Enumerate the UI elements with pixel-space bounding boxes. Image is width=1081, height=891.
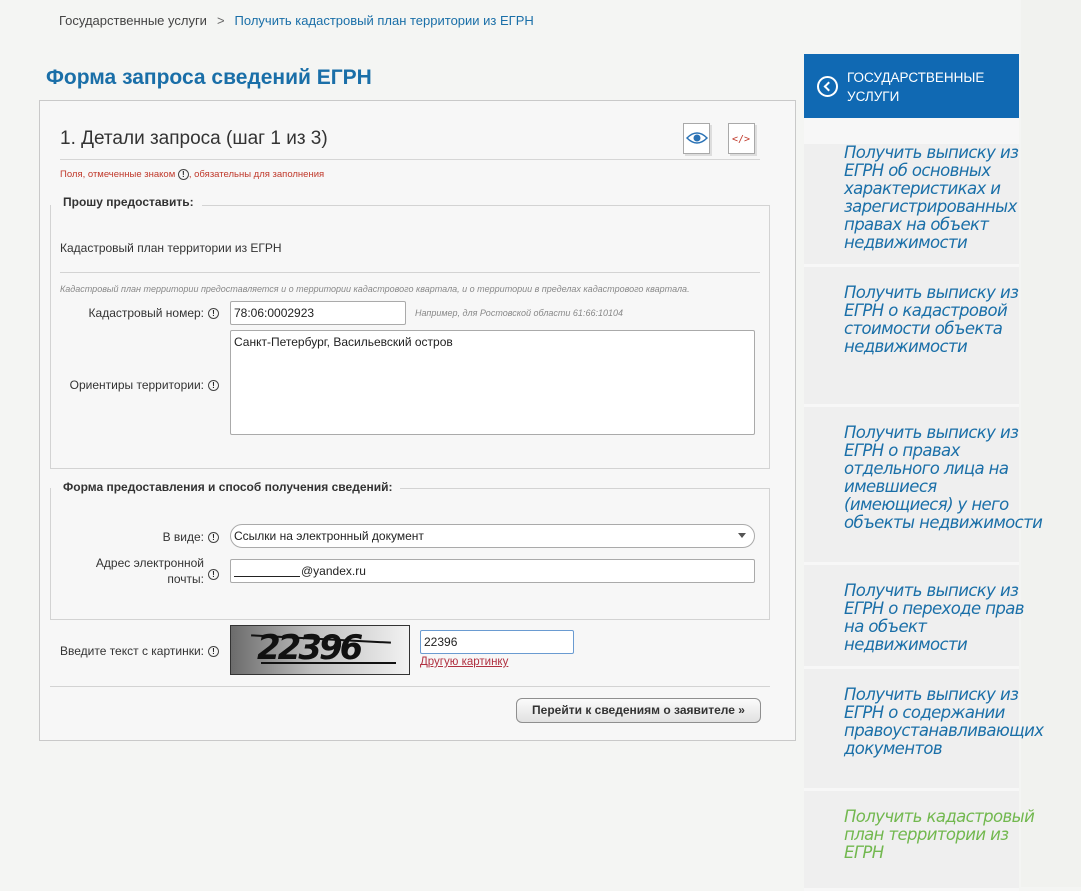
breadcrumb-separator: > — [216, 13, 225, 28]
cadastral-number-label-text: Кадастровый номер: — [88, 306, 204, 320]
cadastral-number-example: Например, для Ростовской области 61:66:1… — [415, 308, 623, 318]
breadcrumb-home[interactable]: Государственные услуги — [59, 13, 207, 28]
sidebar-item-cadastral-plan[interactable]: Получить кадастровый план территории из … — [804, 791, 1035, 891]
section-request-legend: Прошу предоставить: — [51, 195, 202, 209]
request-form-panel: 1. Детали запроса (шаг 1 из 3) </> Поля,… — [39, 100, 796, 741]
services-sidebar: Государственные услуги Получить выписку … — [804, 54, 1044, 891]
landmarks-label-text: Ориентиры территории: — [69, 378, 204, 392]
sidebar-spacer — [804, 118, 1019, 144]
required-marker-icon: ! — [208, 308, 219, 320]
required-note: Поля, отмеченные знаком !, обязательны д… — [60, 169, 324, 180]
captcha-input[interactable]: 22396 — [420, 630, 574, 654]
sidebar-item-label: Получить выписку из ЕГРН об основных хар… — [844, 143, 1019, 252]
page-title: Форма запроса сведений ЕГРН — [46, 66, 372, 89]
xml-code-icon[interactable]: </> — [728, 123, 755, 154]
email-label-line1: Адрес электронной — [95, 556, 204, 570]
sidebar-header-title: Государственные услуги — [847, 70, 985, 104]
sidebar-item-label: Получить выписку из ЕГРН о переходе прав… — [844, 581, 1024, 654]
sidebar-item-label: Получить кадастровый план территории из … — [844, 807, 1035, 862]
email-value: @yandex.ru — [301, 564, 366, 578]
required-marker-icon: ! — [208, 380, 219, 392]
section-delivery-legend: Форма предоставления и способ получения … — [51, 480, 401, 494]
required-marker-icon: ! — [208, 532, 219, 544]
cadastral-number-input[interactable]: 78:06:0002923 — [230, 301, 406, 325]
captcha-refresh-link[interactable]: Другую картинку — [420, 656, 508, 668]
cadastral-number-label: Кадастровый номер:! — [89, 306, 219, 320]
chevron-down-icon — [738, 533, 746, 538]
breadcrumb-current[interactable]: Получить кадастровый план территории из … — [235, 13, 534, 28]
sidebar-item-person-rights[interactable]: Получить выписку из ЕГРН о правах отдель… — [804, 407, 1043, 565]
sidebar-item-label: Получить выписку из ЕГРН о содержании пр… — [844, 685, 1044, 758]
requested-document: Кадастровый план территории из ЕГРН — [60, 241, 282, 255]
next-step-button[interactable]: Перейти к сведениям о заявителе » — [516, 698, 761, 723]
section-hint: Кадастровый план территории предоставляе… — [60, 284, 690, 294]
required-marker-icon: ! — [208, 569, 219, 580]
format-select[interactable]: Ссылки на электронный документ — [230, 524, 755, 548]
required-note-text-end: , обязательны для заполнения — [188, 169, 325, 181]
sidebar-item-title-documents[interactable]: Получить выписку из ЕГРН о содержании пр… — [804, 669, 1044, 791]
email-label-line2: почты: — [167, 572, 204, 586]
captcha-label: Введите текст с картинки:! — [60, 644, 219, 658]
buttons-divider — [50, 686, 770, 687]
section-divider — [60, 272, 760, 273]
step-title: 1. Детали запроса (шаг 1 из 3) — [60, 128, 328, 149]
required-marker-icon: ! — [177, 169, 189, 180]
landmarks-label: Ориентиры территории:! — [70, 378, 219, 392]
email-label: Адрес электронной почты: — [96, 555, 204, 587]
format-label-text: В виде: — [162, 530, 204, 544]
breadcrumb: Государственные услуги > Получить кадастро… — [59, 13, 534, 28]
required-marker-icon: ! — [208, 646, 219, 658]
format-select-value: Ссылки на электронный документ — [234, 529, 424, 543]
email-redacted-part — [234, 576, 300, 577]
back-arrow-icon[interactable] — [817, 76, 838, 97]
captcha-noise-line — [261, 662, 396, 664]
sidebar-item-basic-extract[interactable]: Получить выписку из ЕГРН об основных хар… — [804, 144, 1019, 267]
format-label: В виде:! — [163, 530, 219, 544]
sidebar-header[interactable]: Государственные услуги — [804, 54, 1019, 118]
preview-eye-icon[interactable] — [683, 123, 710, 154]
sidebar-item-label: Получить выписку из ЕГРН о кадастровой с… — [844, 283, 1019, 356]
captcha-image: 22396 — [230, 625, 410, 675]
section-delivery — [50, 488, 770, 620]
sidebar-item-cadastral-value[interactable]: Получить выписку из ЕГРН о кадастровой с… — [804, 267, 1019, 407]
captcha-label-text: Введите текст с картинки: — [59, 644, 204, 658]
required-note-text: Поля, отмеченные знаком — [60, 169, 176, 181]
email-input[interactable]: @yandex.ru — [230, 559, 755, 583]
sidebar-item-label: Получить выписку из ЕГРН о правах отдель… — [844, 423, 1043, 532]
svg-text:</>: </> — [732, 134, 750, 145]
landmarks-textarea[interactable]: Санкт-Петербург, Васильевский остров — [230, 330, 755, 435]
step-divider — [60, 159, 760, 160]
sidebar-item-rights-transfer[interactable]: Получить выписку из ЕГРН о переходе прав… — [804, 565, 1024, 669]
